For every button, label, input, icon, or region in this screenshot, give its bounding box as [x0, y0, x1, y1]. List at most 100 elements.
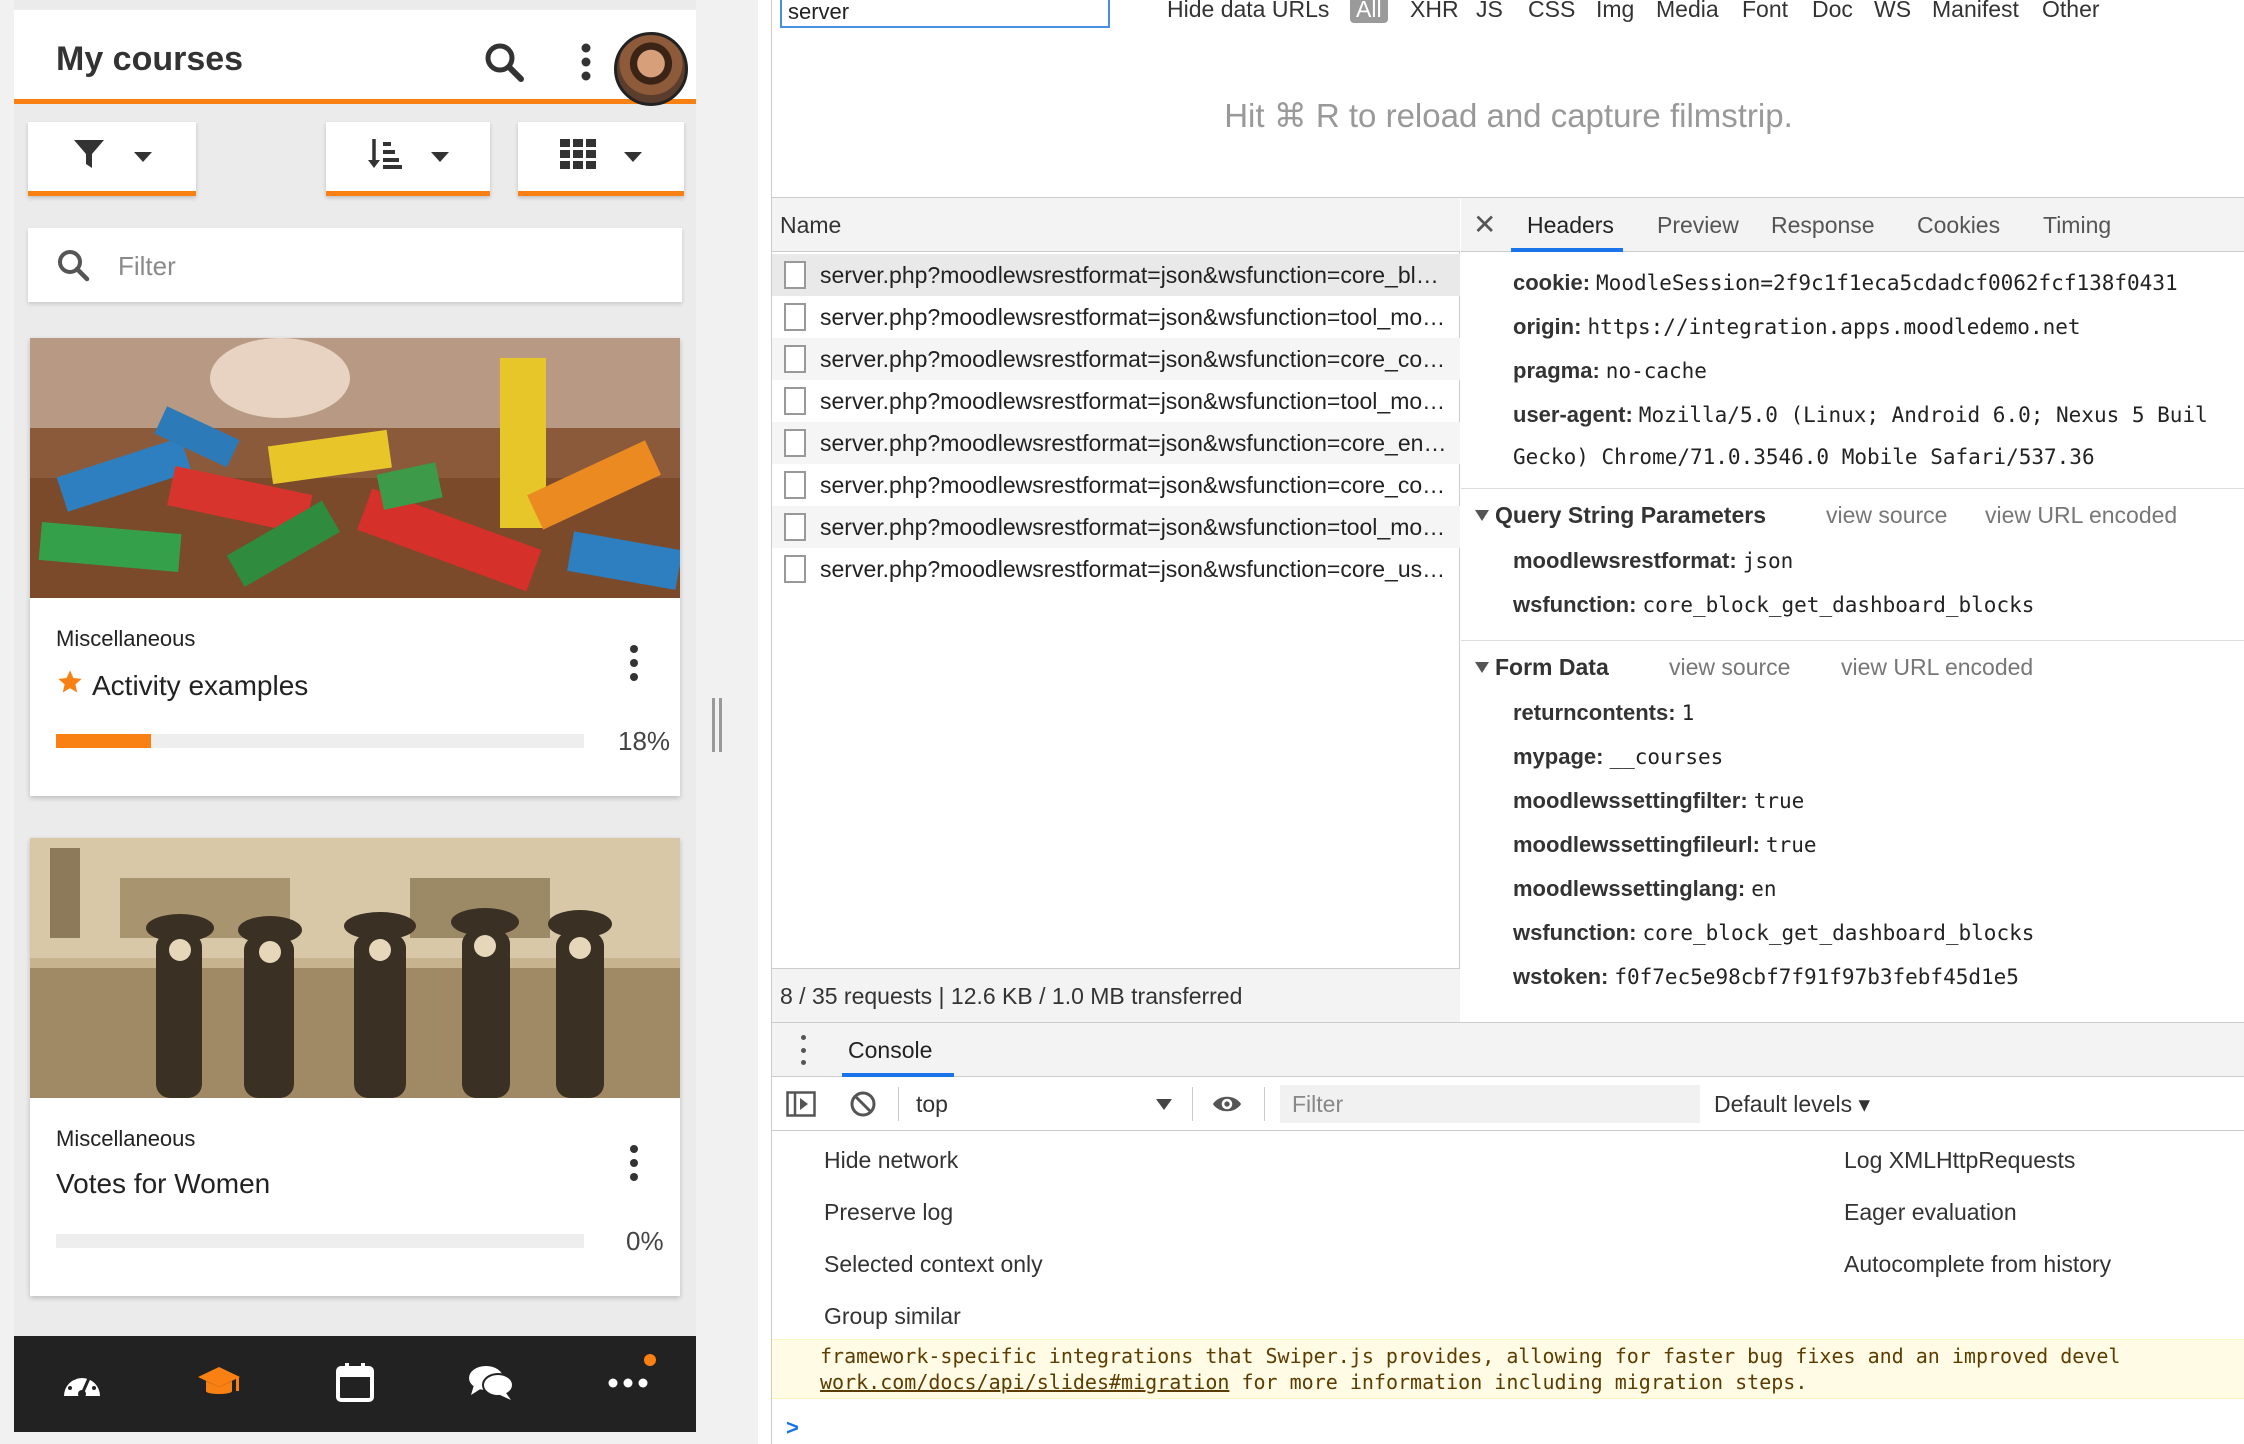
request-row[interactable]: server.php?moodlewsrestformat=json&wsfun… [772, 506, 1460, 548]
console-filter-input[interactable] [1280, 1085, 1700, 1123]
type-filter-font[interactable]: Font [1742, 0, 1788, 23]
app-header: My courses [14, 10, 696, 106]
star-icon [56, 668, 84, 703]
document-icon [784, 303, 806, 331]
type-filter-manifest[interactable]: Manifest [1932, 0, 2019, 23]
type-filter-css[interactable]: CSS [1528, 0, 1575, 23]
setting-hide-network[interactable]: Hide network [824, 1147, 958, 1174]
name-column-header[interactable]: Name [772, 198, 1460, 252]
search-icon[interactable] [476, 34, 532, 90]
network-filter-input[interactable] [780, 0, 1110, 28]
view-source-link[interactable]: view source [1826, 502, 1947, 529]
view-url-encoded-link[interactable]: view URL encoded [1985, 502, 2177, 529]
view-dropdown-button[interactable] [518, 122, 684, 196]
tab-preview[interactable]: Preview [1657, 212, 1739, 239]
log-levels-dropdown[interactable]: Default levels ▾ [1714, 1091, 1870, 1118]
drawer-tab-bar: Console [772, 1023, 2244, 1077]
document-icon [784, 387, 806, 415]
avatar[interactable] [614, 32, 688, 106]
form-data-section-header[interactable]: Form Data [1475, 654, 1609, 681]
close-icon[interactable]: ✕ [1473, 208, 1496, 241]
query-string-section-header[interactable]: Query String Parameters [1475, 502, 1766, 529]
more-vert-icon[interactable] [558, 34, 614, 90]
tab-dashboard[interactable] [42, 1344, 122, 1424]
setting-preserve-log[interactable]: Preserve log [824, 1199, 953, 1226]
type-filter-ws[interactable]: WS [1874, 0, 1911, 23]
tab-calendar[interactable] [315, 1344, 395, 1424]
request-row[interactable]: server.php?moodlewsrestformat=json&wsfun… [772, 254, 1460, 296]
course-name[interactable]: Votes for Women [56, 1168, 270, 1200]
course-card[interactable]: Miscellaneous Votes for Women 0% [30, 838, 680, 1296]
page-title: My courses [56, 40, 244, 78]
tab-more[interactable] [588, 1344, 668, 1424]
request-row[interactable]: server.php?moodlewsrestformat=json&wsfun… [772, 296, 1460, 338]
course-progress-label: 0% [626, 1226, 664, 1256]
request-row[interactable]: server.php?moodlewsrestformat=json&wsfun… [772, 380, 1460, 422]
request-row[interactable]: server.php?moodlewsrestformat=json&wsfun… [772, 548, 1460, 590]
type-filter-other[interactable]: Other [2042, 0, 2100, 23]
query-param-row: wsfunction: core_block_get_dashboard_bloc… [1513, 592, 2035, 617]
chevron-down-icon [431, 151, 449, 162]
funnel-icon [72, 137, 106, 176]
setting-selected-context[interactable]: Selected context only [824, 1251, 1043, 1278]
docs-link[interactable]: work.com/docs/api/slides#migration [820, 1370, 1229, 1394]
tab-response[interactable]: Response [1771, 212, 1875, 239]
grid-icon [560, 139, 596, 174]
show-sidebar-icon[interactable] [786, 1089, 816, 1119]
tab-messages[interactable] [451, 1344, 531, 1424]
divider [1461, 640, 2244, 641]
request-row[interactable]: server.php?moodlewsrestformat=json&wsfun… [772, 338, 1460, 380]
notification-dot [643, 1354, 656, 1366]
context-selector[interactable]: top [916, 1091, 948, 1118]
type-filter-img[interactable]: Img [1596, 0, 1634, 23]
type-filter-doc[interactable]: Doc [1812, 0, 1853, 23]
type-filter-all[interactable]: All [1350, 0, 1388, 23]
hide-data-urls-checkbox[interactable]: Hide data URLs [1167, 0, 1329, 23]
courses-icon [196, 1365, 242, 1404]
filter-dropdown-button[interactable] [28, 122, 196, 196]
type-filter-xhr[interactable]: XHR [1410, 0, 1459, 23]
network-summary: 8 / 35 requests | 12.6 KB / 1.0 MB trans… [772, 968, 1460, 1022]
search-icon [56, 248, 90, 287]
request-row[interactable]: server.php?moodlewsrestformat=json&wsfun… [772, 422, 1460, 464]
pane-resize-handle[interactable] [712, 698, 722, 752]
tab-cookies[interactable]: Cookies [1917, 212, 2000, 239]
tab-headers[interactable]: Headers [1527, 212, 1614, 239]
course-progress-bar [56, 734, 584, 748]
request-row[interactable]: server.php?moodlewsrestformat=json&wsfun… [772, 464, 1460, 506]
request-details: ✕ Headers Preview Response Cookies Timin… [1461, 198, 2244, 1022]
view-url-encoded-link[interactable]: view URL encoded [1841, 654, 2033, 681]
eye-icon[interactable] [1212, 1089, 1242, 1119]
type-filter-js[interactable]: JS [1476, 0, 1503, 23]
setting-eager-evaluation[interactable]: Eager evaluation [1844, 1199, 2017, 1226]
drawer-menu-icon[interactable] [798, 1035, 808, 1065]
course-name[interactable]: Activity examples [56, 668, 308, 703]
course-options-icon[interactable] [614, 1138, 654, 1188]
document-icon [784, 345, 806, 373]
console-prompt[interactable]: > [786, 1415, 799, 1441]
course-filter-box [28, 228, 682, 302]
type-filter-media[interactable]: Media [1656, 0, 1719, 23]
setting-autocomplete-history[interactable]: Autocomplete from history [1844, 1251, 2111, 1278]
setting-log-xhr[interactable]: Log XMLHttpRequests [1844, 1147, 2075, 1174]
sort-dropdown-button[interactable] [326, 122, 490, 196]
course-category: Miscellaneous [56, 1126, 196, 1151]
form-param-row: wstoken: f0f7ec5e98cbf7f91f97b3febf45d1e5 [1513, 964, 2019, 989]
course-image [30, 338, 680, 598]
course-options-icon[interactable] [614, 638, 654, 688]
sort-icon [367, 136, 403, 177]
more-icon [608, 1375, 648, 1393]
course-filter-input[interactable] [118, 246, 638, 286]
view-source-link[interactable]: view source [1669, 654, 1790, 681]
tab-console[interactable]: Console [848, 1037, 932, 1064]
setting-group-similar[interactable]: Group similar [824, 1303, 961, 1330]
calendar-icon [335, 1362, 374, 1407]
course-card[interactable]: Miscellaneous Activity examples 18% [30, 338, 680, 796]
console-drawer: Console top Default levels ▾ Hide networ… [772, 1022, 2244, 1444]
chevron-down-icon[interactable] [1156, 1099, 1172, 1110]
form-param-row: returncontents: 1 [1513, 700, 1695, 725]
tab-courses[interactable] [179, 1344, 259, 1424]
tab-timing[interactable]: Timing [2043, 212, 2111, 239]
clear-console-icon[interactable] [848, 1089, 878, 1119]
chevron-down-icon [624, 151, 642, 162]
